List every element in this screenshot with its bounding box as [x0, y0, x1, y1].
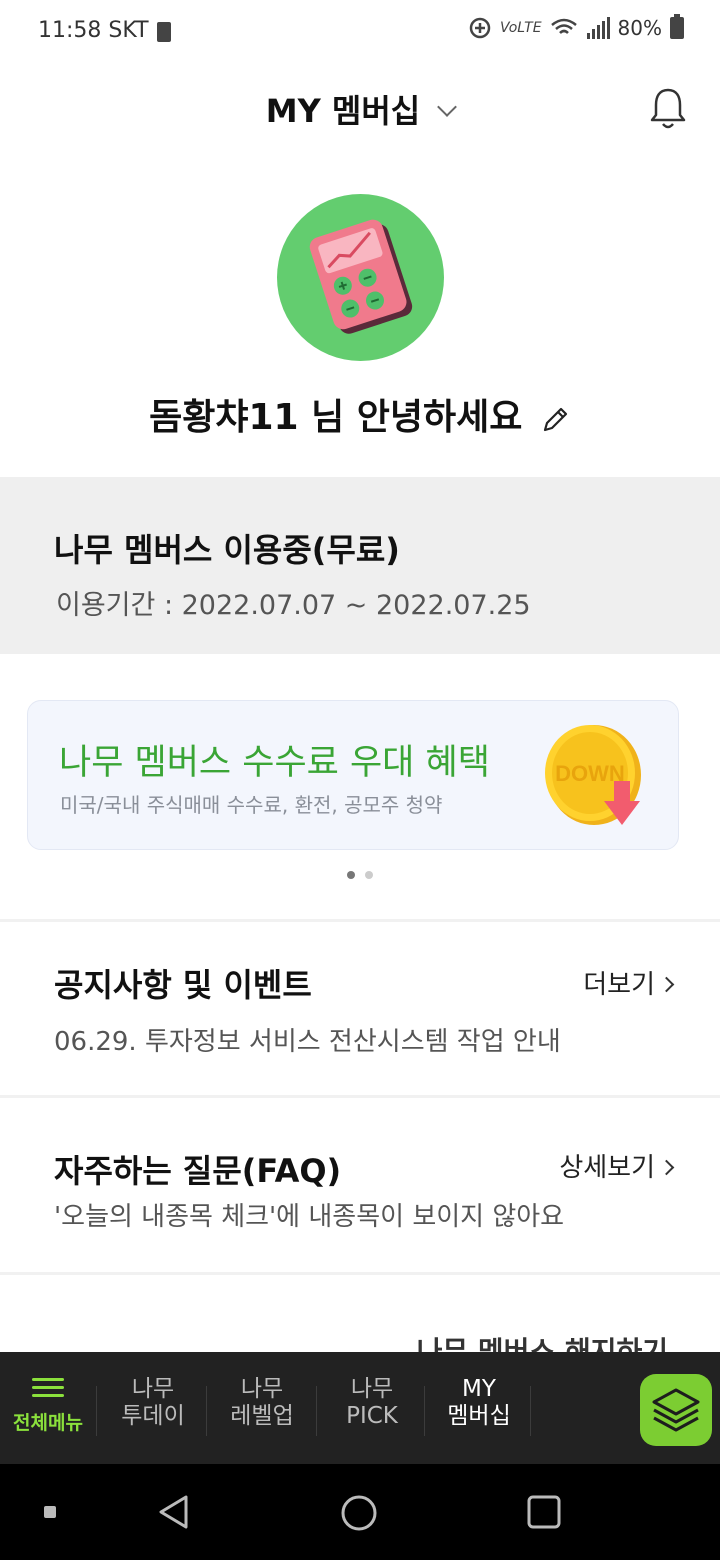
faq-title: 자주하는 질문(FAQ) [54, 1152, 342, 1190]
status-time: 11:58 SKT [38, 18, 149, 43]
nav-label-line2: 투데이 [121, 1403, 185, 1429]
layers-button[interactable] [640, 1374, 712, 1446]
nav-label-line1: 나무 [350, 1376, 394, 1402]
divider [0, 1095, 720, 1098]
chevron-right-icon [658, 1159, 675, 1176]
nav-all-menu[interactable]: 전체메뉴 [12, 1378, 84, 1435]
nav-namu-levelup[interactable]: 나무 레벨업 [217, 1376, 307, 1430]
bottom-nav: 전체메뉴 나무 투데이 나무 레벨업 나무 PICK MY 멤버십 [0, 1352, 720, 1464]
notices-more-link[interactable]: 더보기 [583, 964, 675, 1001]
faq-more-label: 상세보기 [559, 1153, 655, 1183]
membership-panel: 나무 멤버스 이용중(무료) 이용기간 : 2022.07.07 ~ 2022.… [0, 477, 720, 654]
promo-banner[interactable]: 나무 멤버스 수수료 우대 혜택 미국/국내 주식매매 수수료, 환전, 공모주… [27, 700, 679, 850]
banner-subtitle: 미국/국내 주식매매 수수료, 환전, 공모주 청약 [60, 793, 443, 817]
nav-all-menu-label: 전체메뉴 [13, 1412, 83, 1434]
nav-separator [206, 1386, 207, 1436]
banner-title: 나무 멤버스 수수료 우대 혜택 [59, 743, 490, 783]
nav-label-line1: 나무 [240, 1376, 284, 1402]
divider [0, 1272, 720, 1275]
nav-label-line2: 멤버십 [447, 1403, 511, 1429]
notices-more-label: 더보기 [583, 970, 655, 1000]
nav-separator [96, 1386, 97, 1436]
layers-icon [652, 1388, 700, 1432]
nav-separator [530, 1386, 531, 1436]
greeting-text: 돔황챠11 님 안녕하세요 [149, 397, 523, 438]
greeting-row: 돔황챠11 님 안녕하세요 [0, 388, 720, 440]
coin-down-icon: DOWN [545, 725, 641, 825]
chevron-right-icon [658, 976, 675, 993]
battery-percent: 80% [617, 16, 662, 40]
nav-namu-pick[interactable]: 나무 PICK [327, 1376, 417, 1430]
volte-indicator: VoLTE [499, 20, 542, 36]
status-icons: VoLTE 80% [468, 14, 684, 40]
membership-status: 나무 멤버스 이용중(무료) [54, 531, 400, 569]
signal-icon [586, 17, 610, 39]
bell-icon[interactable] [648, 86, 688, 130]
nav-namu-today[interactable]: 나무 투데이 [108, 1376, 198, 1430]
membership-period: 이용기간 : 2022.07.07 ~ 2022.07.25 [56, 590, 531, 621]
faq-more-link[interactable]: 상세보기 [559, 1147, 675, 1184]
pencil-icon[interactable] [541, 404, 571, 434]
notice-item[interactable]: 06.29. 투자정보 서비스 전산시스템 작업 안내 [54, 1021, 561, 1058]
divider [0, 919, 720, 922]
nav-separator [316, 1386, 317, 1436]
sim-icon [157, 22, 171, 42]
notices-title: 공지사항 및 이벤트 [54, 966, 312, 1004]
nav-label-line2: 레벨업 [230, 1403, 294, 1429]
page-title: MY 멤버십 [265, 92, 421, 130]
data-saver-icon [469, 17, 491, 39]
nav-label-line1: MY [462, 1376, 496, 1402]
nav-label-line2: PICK [346, 1403, 398, 1429]
home-icon[interactable] [340, 1494, 378, 1532]
back-icon[interactable] [156, 1494, 192, 1530]
calculator-chart-icon [309, 219, 413, 334]
nav-my-membership[interactable]: MY 멤버십 [434, 1376, 524, 1430]
wifi-icon [550, 18, 577, 34]
recent-apps-icon[interactable] [42, 1504, 58, 1520]
app-header: MY 멤버십 [0, 64, 720, 150]
overview-icon[interactable] [526, 1494, 562, 1530]
carousel-dot-2[interactable] [365, 871, 373, 879]
hamburger-icon [32, 1378, 64, 1398]
faq-item[interactable]: '오늘의 내종목 체크'에 내종목이 보이지 않아요 [54, 1196, 564, 1233]
carousel-dot-1[interactable] [347, 871, 355, 879]
nav-separator [424, 1386, 425, 1436]
avatar[interactable] [277, 194, 444, 361]
page-title-dropdown[interactable]: MY 멤버십 [0, 86, 720, 132]
chevron-down-icon [437, 97, 458, 117]
carousel-indicator [0, 864, 720, 883]
battery-icon [670, 14, 684, 39]
nav-label-line1: 나무 [131, 1376, 175, 1402]
system-nav-bar [0, 1464, 720, 1560]
status-bar: 11:58 SKT VoLTE 80% [0, 0, 720, 64]
